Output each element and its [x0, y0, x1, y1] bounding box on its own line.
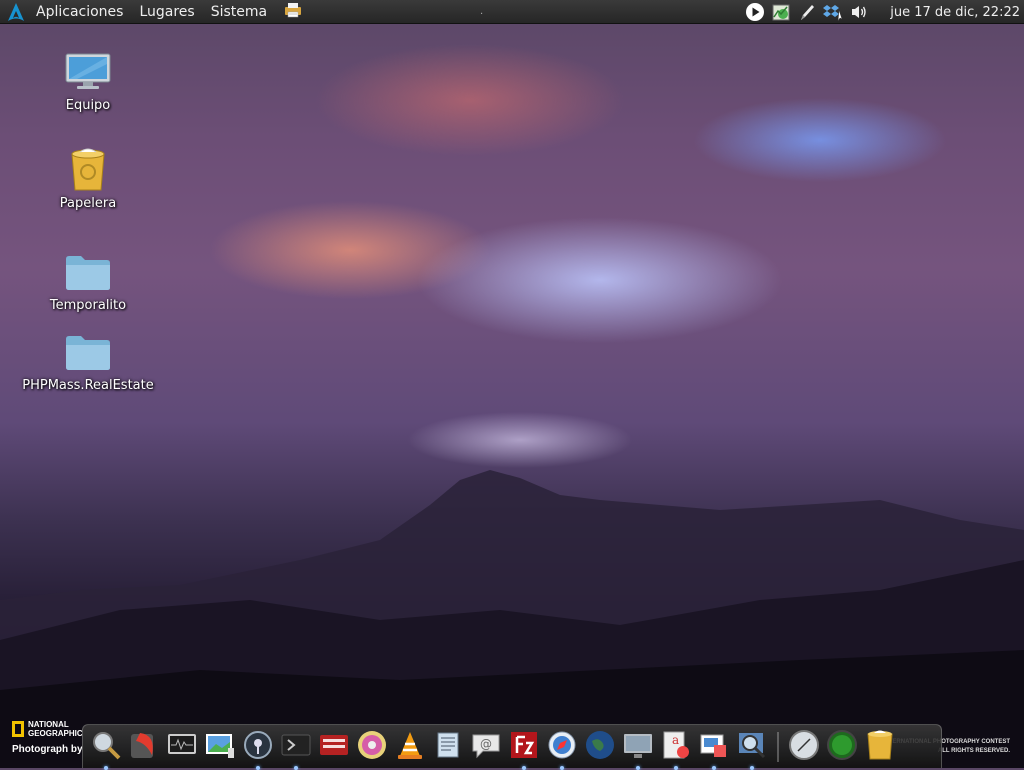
dock-text-editor[interactable]: a	[657, 728, 695, 770]
display-icon	[622, 729, 654, 765]
dock-filezilla[interactable]	[505, 728, 543, 770]
places-label: Lugares	[139, 3, 195, 20]
dock-green-orb[interactable]	[823, 728, 861, 766]
svg-text:a: a	[672, 733, 679, 747]
desktop-icon-label: Papelera	[59, 196, 117, 211]
system-monitor-icon	[166, 729, 198, 765]
volume-icon[interactable]	[848, 1, 870, 23]
natgeo-logo-icon	[12, 721, 24, 737]
arch-logo-icon	[6, 2, 28, 22]
dock-system-monitor[interactable]	[163, 728, 201, 766]
printer-icon	[283, 2, 303, 22]
dock-terminal[interactable]	[277, 728, 315, 770]
audio-icon	[242, 729, 274, 765]
text-editor-icon: a	[660, 729, 692, 765]
natgeo-brand-line2: GEOGRAPHIC	[28, 729, 83, 738]
dock-globe[interactable]	[581, 728, 619, 766]
dock-display[interactable]	[619, 728, 657, 770]
dock-mail[interactable]: @	[467, 728, 505, 766]
dock-image-search[interactable]	[733, 728, 771, 770]
desktop-icon-label: PHPMass.RealEstate	[22, 378, 154, 393]
desktop-icon-papelera[interactable]: Papelera	[18, 148, 158, 211]
dock-browser[interactable]	[543, 728, 581, 770]
browser-icon	[546, 729, 578, 765]
system-label: Sistema	[210, 3, 268, 20]
dock-trash[interactable]	[861, 728, 899, 766]
natgeo-brand-line1: NATIONAL	[28, 720, 69, 729]
app-icon	[128, 729, 160, 765]
desktop-icon-phpmass-realestate[interactable]: PHPMass.RealEstate	[18, 330, 158, 393]
dock-presentation[interactable]	[695, 728, 733, 770]
svg-text:@: @	[480, 737, 492, 751]
mail-icon: @	[470, 729, 502, 765]
search-icon	[90, 729, 122, 765]
folder-icon	[64, 330, 112, 374]
dock-image-viewer[interactable]	[201, 728, 239, 766]
desktop-icon-temporalito[interactable]: Temporalito	[18, 250, 158, 313]
clock-icon	[788, 729, 820, 765]
terminal-icon	[280, 729, 312, 765]
top-panel: Aplicaciones Lugares Sistema . jue 17 de…	[0, 0, 1024, 24]
desktop-icon-label: Temporalito	[49, 298, 127, 313]
applications-menu[interactable]: Aplicaciones	[0, 0, 131, 24]
computer-icon	[64, 50, 112, 94]
dock-app[interactable]	[125, 728, 163, 766]
play-icon[interactable]	[744, 1, 766, 23]
dropbox-icon[interactable]	[822, 1, 844, 23]
image-search-icon	[736, 729, 768, 765]
globe-icon	[584, 729, 616, 765]
dock-vlc[interactable]	[391, 728, 429, 766]
photo-credit: Photograph by	[12, 744, 83, 755]
dock: @ a	[82, 724, 942, 770]
pen-icon[interactable]	[796, 1, 818, 23]
folder-icon	[64, 250, 112, 294]
trash-icon	[64, 148, 112, 192]
applications-label: Aplicaciones	[36, 3, 124, 20]
network-monitor-icon[interactable]	[770, 1, 792, 23]
vlc-icon	[394, 729, 426, 765]
dock-audio[interactable]	[239, 728, 277, 770]
dock-disc[interactable]	[353, 728, 391, 766]
desktop-icon-equipo[interactable]: Equipo	[18, 50, 158, 113]
panel-separator: .	[480, 6, 484, 17]
system-menu[interactable]: Sistema	[203, 0, 275, 24]
places-menu[interactable]: Lugares	[131, 0, 202, 24]
desktop-icon-label: Equipo	[65, 98, 111, 113]
presentation-icon	[698, 729, 730, 765]
files-icon	[432, 729, 464, 765]
dock-panel[interactable]	[315, 728, 353, 766]
green-orb-icon	[826, 729, 858, 765]
trash-icon	[865, 729, 895, 765]
clock[interactable]: jue 17 de dic, 22:22	[890, 5, 1020, 20]
dock-search[interactable]	[87, 728, 125, 770]
dock-files[interactable]	[429, 728, 467, 766]
system-tray: jue 17 de dic, 22:22	[742, 0, 1024, 24]
panel-icon	[318, 729, 350, 765]
dock-separator	[777, 731, 779, 762]
disc-icon	[356, 729, 388, 765]
image-viewer-icon	[204, 729, 236, 765]
natgeo-watermark: NATIONAL GEOGRAPHIC Photograph by	[12, 720, 83, 755]
filezilla-icon	[508, 729, 540, 765]
dock-clock[interactable]	[785, 728, 823, 766]
printer-launcher[interactable]	[275, 0, 311, 24]
